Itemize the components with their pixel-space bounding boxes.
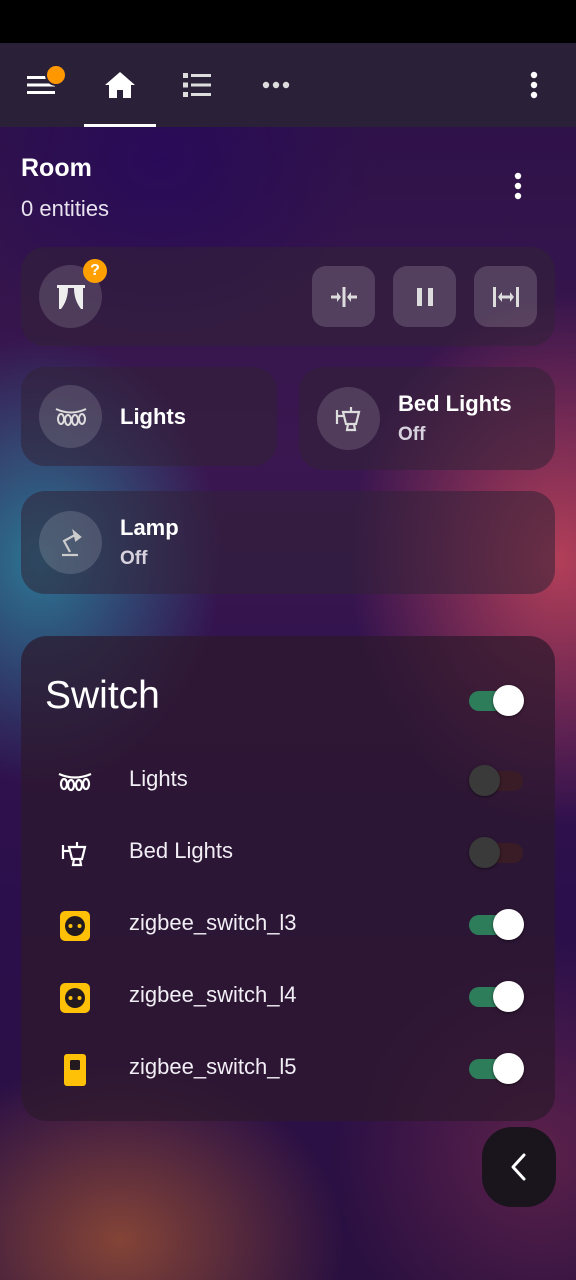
outdoor-lamp-icon [53, 832, 97, 876]
outdoor-lamp-icon[interactable] [317, 387, 380, 450]
bed-lights-tile-name: Bed Lights [398, 391, 512, 416]
switch-row-bed-lights[interactable]: Bed Lights [21, 820, 555, 880]
bed-lights-tile-state: Off [398, 424, 426, 445]
room-title: Room [21, 154, 92, 182]
chevron-left-icon [511, 1153, 526, 1181]
lamp-tile[interactable]: Lamp Off [21, 491, 555, 594]
lamp-tile-name: Lamp [120, 515, 179, 540]
zigbee-l4-toggle[interactable] [469, 978, 525, 1012]
switch-row-zigbee-l4[interactable]: zigbee_switch_l4 [21, 964, 555, 1024]
pause-cover-button[interactable] [393, 266, 456, 327]
string-lights-icon[interactable] [39, 385, 102, 448]
light-switch-icon [53, 1048, 97, 1092]
cover-card[interactable]: ? [21, 247, 555, 346]
close-cover-button[interactable] [312, 266, 375, 327]
power-socket-icon [53, 904, 97, 948]
switch-row-label: Lights [129, 766, 188, 791]
power-socket-icon [53, 976, 97, 1020]
zigbee-l3-toggle[interactable] [469, 906, 525, 940]
more-horizontal-icon[interactable] [248, 57, 304, 113]
switch-row-zigbee-l3[interactable]: zigbee_switch_l3 [21, 892, 555, 952]
top-app-bar [0, 43, 576, 127]
bed-lights-toggle[interactable] [469, 834, 525, 868]
switch-row-label: zigbee_switch_l5 [129, 1054, 297, 1079]
switch-entities-card: Switch Lights Bed Lights zigbee_switch_l… [21, 636, 555, 1121]
status-bar [0, 0, 576, 43]
switch-row-zigbee-l5[interactable]: zigbee_switch_l5 [21, 1036, 555, 1096]
room-options-icon[interactable] [496, 164, 540, 208]
zigbee-l5-toggle[interactable] [469, 1050, 525, 1084]
room-entity-count: 0 entities [21, 196, 110, 221]
desk-lamp-icon[interactable] [39, 511, 102, 574]
home-tab-indicator [84, 124, 156, 127]
switch-row-label: zigbee_switch_l3 [129, 910, 297, 935]
back-button[interactable] [482, 1127, 556, 1207]
home-icon[interactable] [92, 57, 148, 113]
switch-row-label: Bed Lights [129, 838, 233, 863]
string-lights-icon [53, 760, 97, 804]
open-cover-button[interactable] [474, 266, 537, 327]
list-icon[interactable] [170, 57, 226, 113]
switch-row-label: zigbee_switch_l4 [129, 982, 297, 1007]
lights-toggle[interactable] [469, 762, 525, 796]
lamp-tile-state: Off [120, 548, 148, 569]
lights-tile-name: Lights [120, 404, 186, 429]
lights-tile[interactable]: Lights [21, 367, 277, 466]
more-vertical-icon[interactable] [506, 57, 562, 113]
master-switch-toggle[interactable] [469, 682, 525, 716]
switch-row-lights[interactable]: Lights [21, 748, 555, 808]
switch-card-title: Switch [45, 674, 160, 717]
notification-dot [45, 64, 67, 86]
unknown-state-badge: ? [83, 259, 107, 283]
bed-lights-tile[interactable]: Bed Lights Off [299, 367, 555, 470]
